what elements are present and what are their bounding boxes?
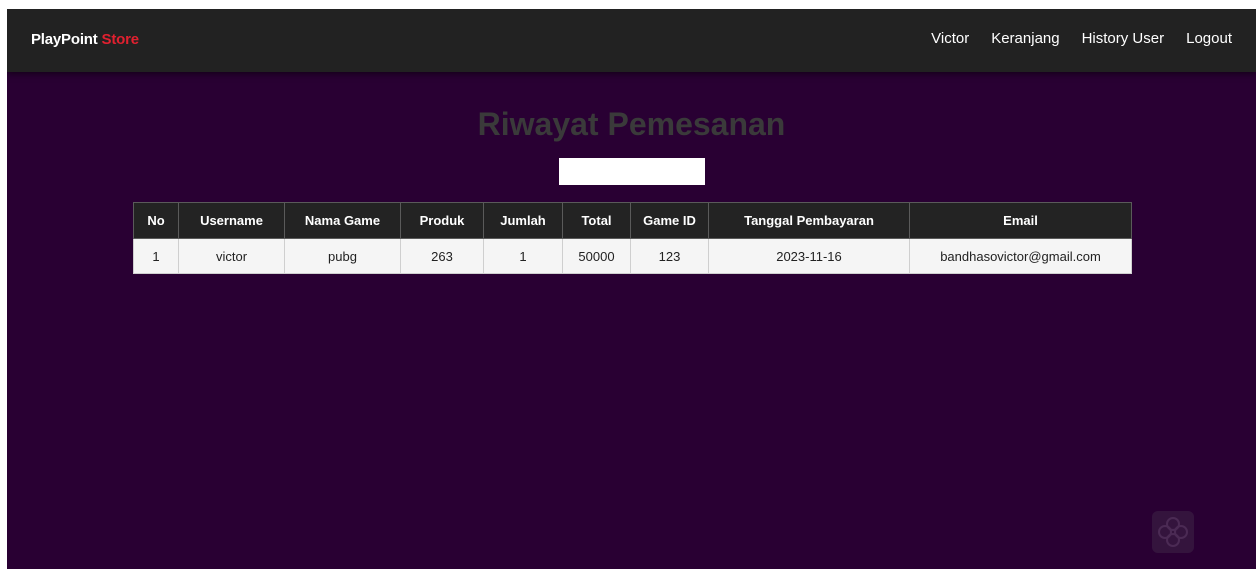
navbar: PlayPoint Store Victor Keranjang History… (7, 9, 1256, 72)
table-row: 1 victor pubg 263 1 50000 123 2023-11-16… (133, 238, 1132, 274)
column-header-no: No (133, 202, 179, 239)
table-header-row: No Username Nama Game Produk Jumlah Tota… (133, 202, 1132, 239)
column-header-game-id: Game ID (630, 202, 709, 239)
app-window: PlayPoint Store Victor Keranjang History… (7, 9, 1256, 569)
flower-logo-icon (1152, 511, 1194, 553)
nav-link-logout[interactable]: Logout (1186, 30, 1232, 47)
cell-no: 1 (133, 238, 179, 274)
cell-jumlah: 1 (483, 238, 563, 274)
column-header-jumlah: Jumlah (483, 202, 563, 239)
nav-links: Victor Keranjang History User Logout (931, 30, 1232, 47)
brand-main-text: PlayPoint (31, 31, 98, 48)
nav-link-history-user[interactable]: History User (1082, 30, 1165, 47)
order-history-table: No Username Nama Game Produk Jumlah Tota… (133, 202, 1132, 274)
cell-game-id: 123 (630, 238, 709, 274)
column-header-username: Username (178, 202, 285, 239)
cell-email: bandhasovictor@gmail.com (909, 238, 1132, 274)
column-header-nama-game: Nama Game (284, 202, 401, 239)
cell-tanggal-pembayaran: 2023-11-16 (708, 238, 910, 274)
cell-total: 50000 (562, 238, 631, 274)
search-input[interactable] (559, 158, 705, 185)
nav-link-keranjang[interactable]: Keranjang (991, 30, 1059, 47)
column-header-total: Total (562, 202, 631, 239)
page-title: Riwayat Pemesanan (477, 106, 786, 142)
cell-username: victor (178, 238, 285, 274)
cell-produk: 263 (400, 238, 484, 274)
nav-link-user[interactable]: Victor (931, 30, 969, 47)
brand-logo[interactable]: PlayPoint Store (31, 31, 139, 48)
column-header-produk: Produk (400, 202, 484, 239)
cell-nama-game: pubg (284, 238, 401, 274)
column-header-email: Email (909, 202, 1132, 239)
brand-accent-text: Store (101, 31, 140, 48)
column-header-tanggal-pembayaran: Tanggal Pembayaran (708, 202, 910, 239)
